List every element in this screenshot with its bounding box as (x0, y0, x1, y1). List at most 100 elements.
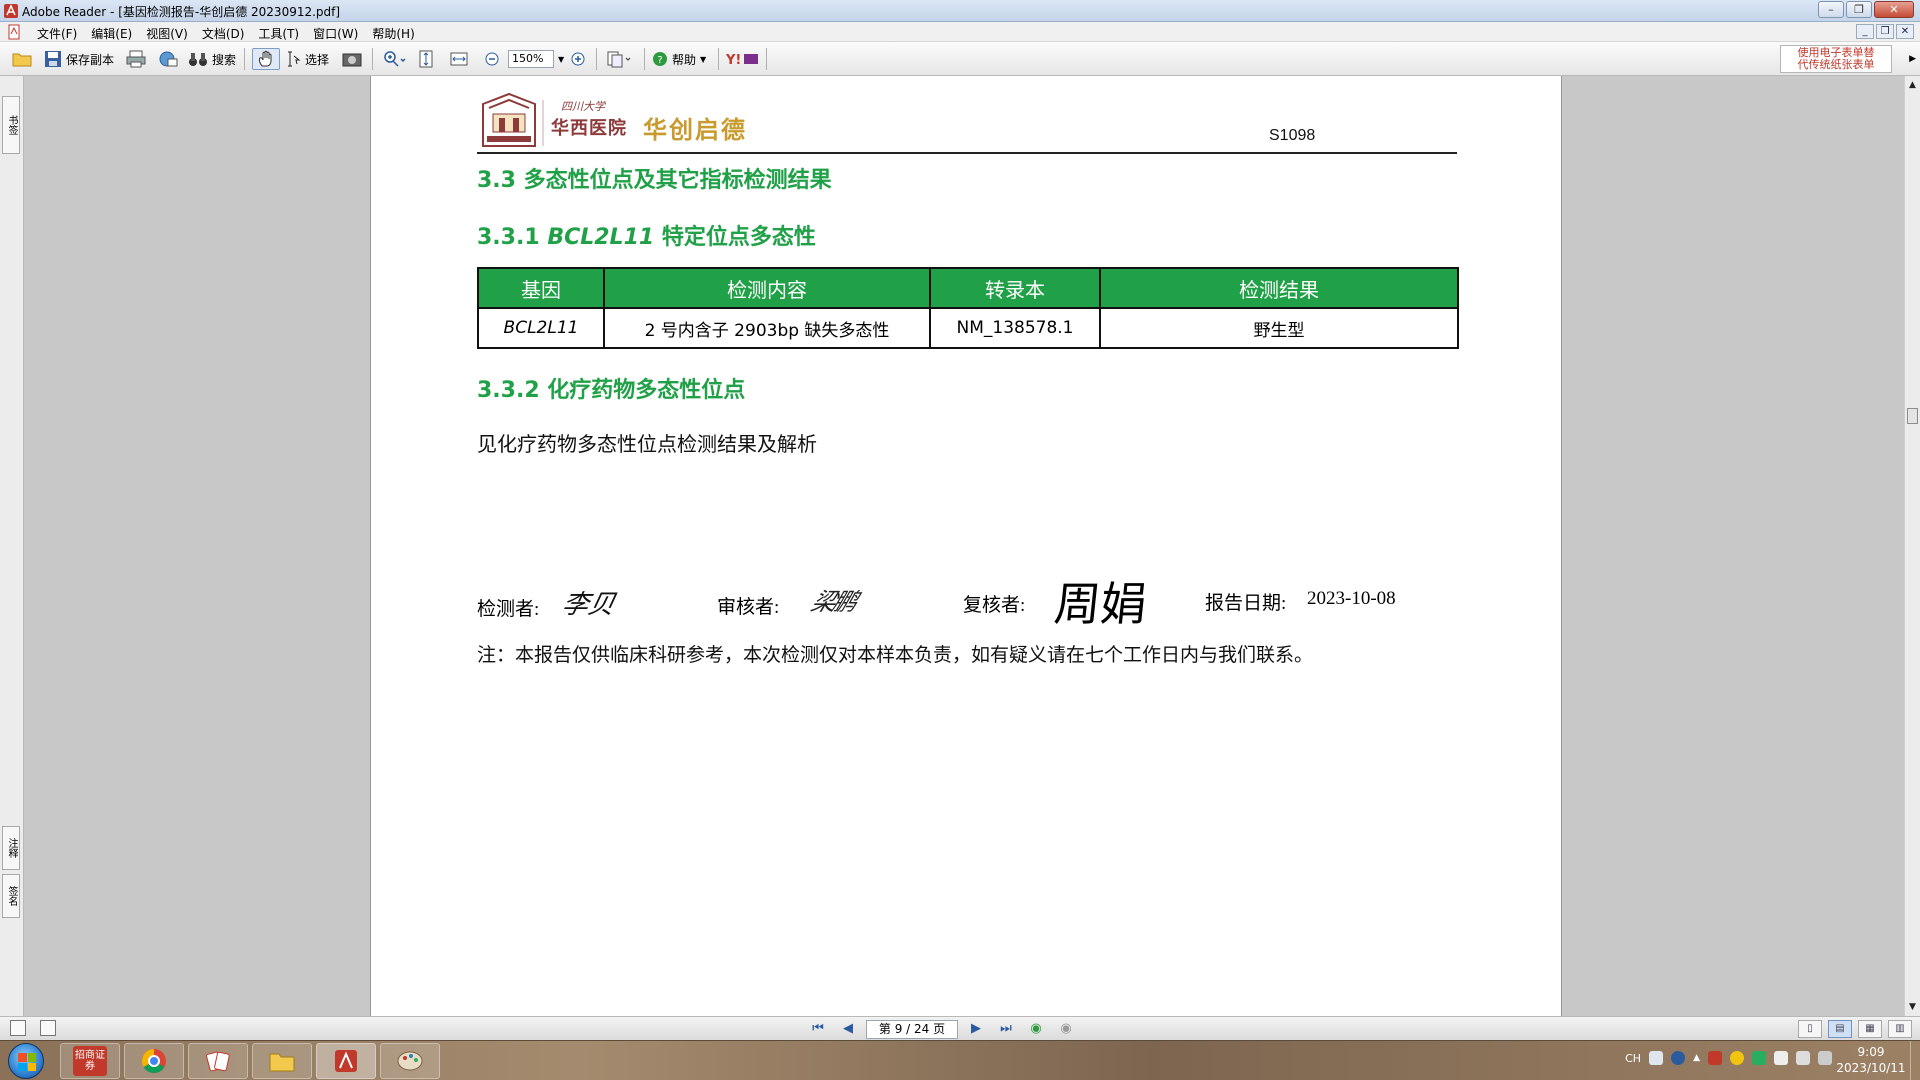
save-copy-label: 保存副本 (66, 52, 115, 67)
zoom-in-tool-button[interactable] (382, 48, 406, 70)
comments-tab[interactable]: 注释 (2, 826, 20, 870)
zoom-in-button[interactable] (570, 48, 586, 70)
volume-icon[interactable] (1796, 1051, 1810, 1065)
snapshot-button[interactable] (342, 48, 362, 70)
fit-page-button[interactable] (418, 48, 434, 70)
scroll-up-icon[interactable]: ▲ (1907, 80, 1918, 90)
last-page-icon[interactable]: ⏭ (994, 1019, 1018, 1039)
menu-tools[interactable]: 工具(T) (251, 24, 306, 43)
pages-icon (607, 51, 631, 68)
page-number-field[interactable]: 第 9 / 24 页 (866, 1019, 958, 1039)
help-label: 帮助 (672, 52, 697, 67)
cell-transcript: NM_138578.1 (929, 307, 1101, 349)
zoom-out-button[interactable] (484, 48, 500, 70)
toolbar-separator (372, 48, 373, 70)
help-tray-icon[interactable] (1671, 1051, 1686, 1065)
shield-icon[interactable] (1752, 1051, 1766, 1065)
window-controls: – ❐ ✕ (1818, 1, 1914, 18)
scroll-thumb[interactable] (1907, 408, 1918, 424)
polymorphism-table: 基因 检测内容 转录本 检测结果 BCL2L11 2 号内含子 2903bp 缺… (477, 267, 1459, 349)
forms-promo-button[interactable]: 使用电子表单替 代传统纸张表单 (1780, 45, 1892, 73)
continuous-facing-icon[interactable]: ▥ (1888, 1020, 1912, 1038)
help-button[interactable]: ? 帮助 ▼ (652, 48, 706, 70)
page-layout-button[interactable] (606, 48, 632, 70)
forward-view-icon[interactable]: ◉ (1054, 1019, 1078, 1039)
action-center-flag-icon[interactable] (1774, 1051, 1788, 1065)
chevron-down-icon[interactable]: ▼ (558, 55, 564, 64)
tray-expand-icon[interactable]: ▲ (1693, 1053, 1700, 1063)
show-desktop-button[interactable] (1910, 1041, 1920, 1080)
subsection-1-title: 3.3.1 BCL2L11 特定位点多态性 (477, 219, 816, 251)
maximize-button[interactable]: ❐ (1846, 1, 1872, 18)
select-label: 选择 (305, 52, 330, 67)
zoom-select[interactable]: 150% ▼ (508, 48, 564, 70)
menu-window[interactable]: 窗口(W) (306, 24, 365, 43)
text-cursor-icon (288, 51, 301, 67)
menu-help[interactable]: 帮助(H) (365, 24, 421, 43)
taskbar-app-chrome[interactable] (124, 1043, 184, 1079)
menu-view[interactable]: 视图(V) (139, 24, 195, 43)
minimize-button[interactable]: – (1818, 1, 1844, 18)
single-page-icon[interactable]: ▯ (1798, 1020, 1822, 1038)
first-page-icon[interactable]: ⏮ (806, 1019, 830, 1039)
header-gene: 基因 (477, 267, 605, 309)
scroll-down-icon[interactable]: ▼ (1907, 1002, 1918, 1012)
taskbar-app-paint[interactable] (380, 1043, 440, 1079)
yahoo-toolbar-button[interactable]: Y! (726, 48, 760, 70)
header-result: 检测结果 (1099, 267, 1459, 309)
fit-width-button[interactable] (450, 48, 468, 70)
rechecker-label: 复核者: (963, 595, 1026, 616)
menu-items: 文件(F) 编辑(E) 视图(V) 文档(D) 工具(T) 窗口(W) 帮助(H… (30, 24, 422, 43)
save-copy-button[interactable]: 保存副本 (44, 48, 114, 70)
keyboard-icon[interactable] (1649, 1051, 1664, 1065)
search-button[interactable]: 搜索 (188, 48, 236, 70)
header-divider (477, 152, 1457, 154)
doc-minimize-button[interactable]: _ (1856, 24, 1874, 39)
menu-document[interactable]: 文档(D) (195, 24, 252, 43)
back-view-icon[interactable]: ◉ (1024, 1019, 1048, 1039)
pdf-page: 四川大学 华西医院 华创启德 S1098 3.3 多态性位点及其它指标检测结果 … (370, 76, 1562, 1016)
vertical-scrollbar[interactable]: ▲ ▼ (1904, 76, 1920, 1016)
search-label: 搜索 (212, 52, 237, 67)
system-clock[interactable]: 9:09 2023/10/11 (1836, 1044, 1906, 1076)
page-thumbnail-icon[interactable] (10, 1020, 26, 1036)
menu-edit[interactable]: 编辑(E) (84, 24, 139, 43)
chevron-right-icon[interactable]: ▶ (1909, 54, 1916, 64)
menu-file[interactable]: 文件(F) (30, 24, 84, 43)
next-page-icon[interactable]: ▶ (964, 1019, 988, 1039)
toolbar-separator (644, 48, 645, 70)
windows-logo-icon (18, 1053, 36, 1071)
update-tray-icon[interactable] (1730, 1051, 1744, 1065)
taskbar-app-securities[interactable]: 招商证券 (60, 1043, 120, 1079)
logo-hospital: 华西医院 (551, 118, 627, 139)
document-icon (8, 24, 20, 40)
continuous-page-icon[interactable]: ▤ (1828, 1020, 1852, 1038)
taskbar-app-cards[interactable] (188, 1043, 248, 1079)
security-app-icon[interactable] (1708, 1051, 1722, 1065)
previous-page-icon[interactable]: ◀ (836, 1019, 860, 1039)
print-button[interactable] (126, 48, 146, 70)
report-date-value: 2023-10-08 (1307, 588, 1396, 609)
open-button[interactable] (12, 48, 32, 70)
doc-close-button[interactable]: ✕ (1896, 24, 1914, 39)
chevron-down-icon: ▼ (700, 54, 707, 64)
camera-icon (342, 53, 362, 67)
email-button[interactable] (158, 48, 178, 70)
document-properties-icon[interactable] (40, 1020, 56, 1036)
header-transcript: 转录本 (929, 267, 1101, 309)
toolbar-separator (718, 48, 719, 70)
select-tool-button[interactable]: 选择 (287, 48, 329, 70)
signatures-tab[interactable]: 签名 (2, 874, 20, 918)
hand-tool-button[interactable] (252, 48, 280, 70)
start-button[interactable] (8, 1043, 44, 1079)
zoom-value[interactable]: 150% (508, 50, 554, 68)
ime-indicator[interactable]: CH (1625, 1052, 1641, 1065)
taskbar-app-adobe-reader[interactable] (316, 1043, 376, 1079)
adobe-reader-icon (4, 4, 18, 18)
network-icon[interactable] (1818, 1051, 1832, 1065)
taskbar-app-explorer[interactable] (252, 1043, 312, 1079)
close-button[interactable]: ✕ (1874, 1, 1914, 18)
facing-pages-icon[interactable]: ▦ (1858, 1020, 1882, 1038)
doc-restore-button[interactable]: ❐ (1876, 24, 1894, 39)
bookmarks-tab[interactable]: 书签 (2, 96, 20, 154)
